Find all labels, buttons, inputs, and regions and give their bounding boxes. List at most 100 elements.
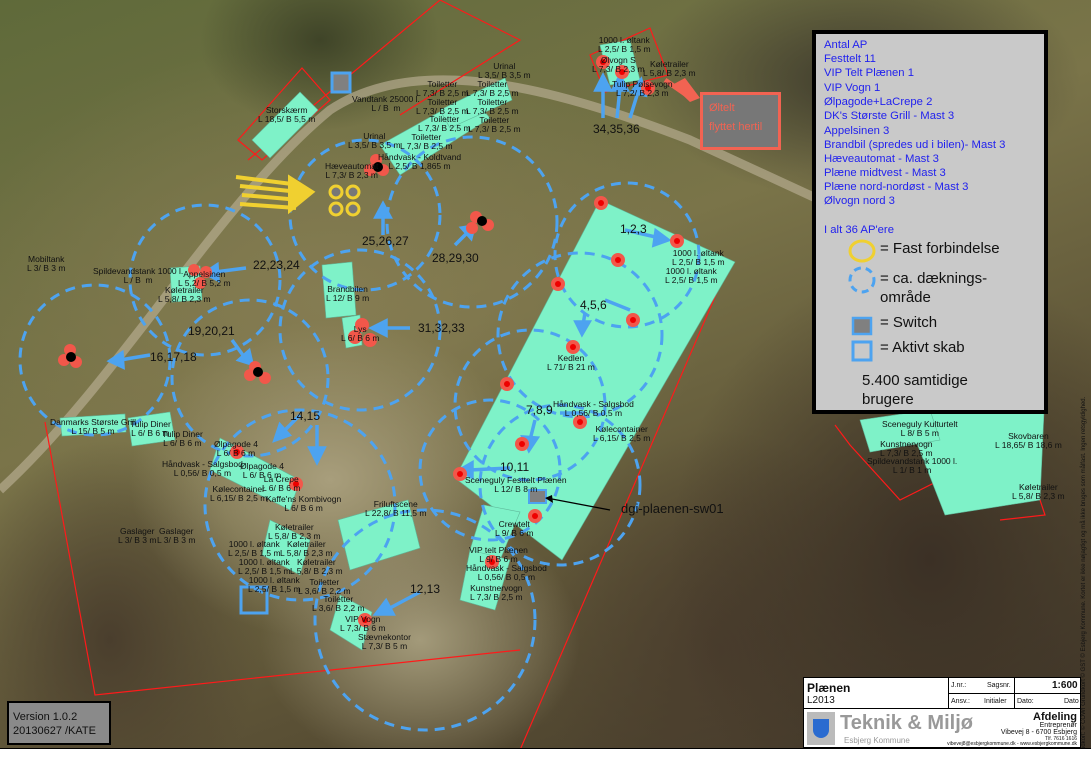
coverage-icon <box>848 266 876 294</box>
active-cabinet-icon <box>851 340 873 362</box>
map-label: Ølvogn S L 7,3/ B 2,3 m <box>592 55 645 74</box>
legend-cabinet: = Aktivt skab <box>880 339 965 356</box>
legend-users: 5.400 samtidige <box>862 372 968 389</box>
map-label: Køletrailer L 5,8/ B 2,3 m <box>643 59 696 78</box>
map-label: VIP Vogn L 7,3/ B 6 m <box>340 614 386 633</box>
moved-note: Øltelt flyttet hertil <box>700 92 781 150</box>
map-label: Håndvask - Salgsbod L 0,56/ B 0,5 m <box>162 459 243 478</box>
map-label: VIP telt Plænen L 9/ B 6 m <box>469 545 528 564</box>
map-label: Brandbilen L 12/ B 9 m <box>326 284 370 303</box>
map-label: Toiletter L 7,3/ B 2,5 m <box>418 114 471 133</box>
map-label: Stævnekontor L 7,3/ B 5 m <box>358 632 411 651</box>
legend-item: Plæne nord-nordøst - Mast 3 <box>824 181 969 193</box>
ap-group-label: 34,35,36 <box>593 122 640 136</box>
sagsnr: Sagsnr. <box>987 682 1011 689</box>
esbjerg-logo-icon <box>807 712 835 745</box>
map-label: Mobiltank L 3/ B 3 m <box>27 254 66 273</box>
legend-coverage: = ca. dæknings- <box>880 270 988 287</box>
version-number: Version 1.0.2 <box>13 711 78 723</box>
moved-note-line: flyttet hertil <box>709 121 763 133</box>
legend-item: DK's Største Grill - Mast 3 <box>824 110 955 122</box>
legend-item: Plæne midtvest - Mast 3 <box>824 167 946 179</box>
dato-label: Dato: <box>1017 698 1034 705</box>
map-label: Køletrailer L 5,8/ B 2,3 m <box>1012 482 1065 501</box>
legend-item: Ølvogn nord 3 <box>824 195 895 207</box>
legend-item: VIP Vogn 1 <box>824 82 881 94</box>
map-label: Toiletter L 7,3/ B 2,5 m <box>466 97 519 116</box>
version-box: Version 1.0.2 20130627 /KATE <box>7 701 111 745</box>
map-label: Vandtank 25000 l. L / B m <box>352 94 420 113</box>
map-label: Kunstnervogn L 7,3/ B 2,5 m <box>470 583 523 602</box>
map-label: 1000 l. øltank L 2,5/ B 1,5 m <box>665 266 718 285</box>
ap-group-label: 31,32,33 <box>418 321 465 335</box>
map-label: Crewtelt L 9/ B 6 m <box>495 519 534 538</box>
map-label: Kølecontainer L 6,15/ B 2,5 m <box>210 484 268 503</box>
map-label: Skovbaren L 18,65/ B 18,6 m <box>995 431 1062 450</box>
ap-group-label: 19,20,21 <box>188 324 235 338</box>
version-date: 20130627 /KATE <box>13 725 96 737</box>
ap-group-label: 12,13 <box>410 582 441 596</box>
fixed-connections <box>328 184 361 217</box>
legend-item: Appelsinen 3 <box>824 125 890 137</box>
map-label: Håndvask - Salgsbod L 0,56/ B 0,5 m <box>553 399 634 418</box>
scale: 1:600 <box>1052 680 1078 691</box>
map-label: 1000 l. øltank L 2,5/ B 1,5 m <box>598 35 651 54</box>
legend-fixed: = Fast forbindelse <box>880 240 1000 257</box>
map-label: Kaffe'ns Kombivogn L 6/ B 6 m <box>266 494 342 513</box>
legend-item: Brandbil (spredes ud i bilen)- Mast 3 <box>824 139 1006 151</box>
legend: Antal AP Festtelt 11 VIP Telt Plænen 1 V… <box>812 30 1048 414</box>
ap-group-label: 28,29,30 <box>432 251 479 265</box>
dato: Dato <box>1064 698 1079 705</box>
map-label: Kedlen L 71/ B 21 m <box>547 353 595 372</box>
legend-item: Festtelt 11 <box>824 53 876 65</box>
map-label: Storskærm L 18,5/ B 5,5 m <box>258 105 316 124</box>
map-label: Urinal L 3,5/ B 3,5 m <box>348 131 401 150</box>
legend-switch: = Switch <box>880 314 938 331</box>
copyright-note: Grundkort: © COWI Grundkort © GST © Esbj… <box>1081 396 1087 760</box>
map-label: Urinal L 3,5/ B 3,5 m <box>478 61 531 80</box>
contact: vibevej8@esbjergkommune.dk - www.esbjerg… <box>947 741 1077 747</box>
organisation-block: Teknik & Miljø Esbjerg Kommune Afdeling … <box>803 708 1081 748</box>
map-label: Håndvask - Koldtvand L 2,5/ B 1,865 m <box>378 152 462 171</box>
map-label: Tulip Diner L 6/ B 6 m <box>162 429 203 448</box>
map-code: L2013 <box>807 695 835 706</box>
map-label: Toiletter L 7,3/ B 2,5 m <box>416 79 469 98</box>
unit: Entreprenør <box>1039 722 1077 729</box>
legend-coverage: område <box>880 289 931 306</box>
legend-title: Antal AP <box>824 39 868 51</box>
switch-icon <box>330 71 352 94</box>
map-label: Sceneguly Festtelt Plænen L 12/ B 8 m <box>465 475 567 494</box>
map-label: Køletrailer L 5,8/ B 2,3 m <box>158 285 211 304</box>
ap-group-label: 10,11 <box>500 460 530 474</box>
fixed-connection-icon <box>848 239 876 263</box>
ap-group-label: 7,8,9 <box>526 403 553 417</box>
map-label: 1000 l. øltank L 2,5/ B 1,5 m <box>228 539 281 558</box>
map-label: Lys L 6/ B 6 m <box>341 324 380 343</box>
map-label: Toiletter L 7,3/ B 2,5 m <box>400 132 453 151</box>
map-label: Friluftscene L 22,8/ B 11,5 m <box>365 499 427 518</box>
legend-item: Ølpagode+LaCrepe 2 <box>824 96 933 108</box>
org-name: Teknik & Miljø <box>840 712 973 734</box>
legend-item: VIP Telt Plænen 1 <box>824 67 915 79</box>
ap-group-label: 22,23,24 <box>253 258 300 272</box>
jnr-label: J.nr.: <box>951 682 967 689</box>
switch-label: dgi-plaenen-sw01 <box>621 501 724 516</box>
switch-icon <box>851 316 873 336</box>
moved-note-line: Øltelt <box>709 102 735 114</box>
initialer: Initialer <box>984 698 1007 705</box>
municipality: Esbjerg Kommune <box>844 736 910 745</box>
ap-group-label: 14,15 <box>290 409 321 423</box>
map-label: La Crepe L 6/ B 6 m <box>262 474 301 493</box>
map-label: Kølecontainer L 6,15/ B 2,5 m <box>593 424 651 443</box>
map-label: 1000 l. øltank L 2,5/ B 1,5 m <box>238 557 291 576</box>
map-label: Ølpagode 4 L 6/ B 6 m <box>214 439 258 458</box>
map-label: Sceneguly Kulturtelt L 8/ B 5 m <box>882 419 958 438</box>
map-label: Toiletter L 7,3/ B 2,5 m <box>468 115 521 134</box>
map-label: 1000 l. øltank L 2,5/ B 1,5 m <box>672 248 725 267</box>
ap-group-label: 25,26,27 <box>362 234 409 248</box>
map-label: 1000 l. øltank L 2,5/ B 1,5 m <box>248 575 301 594</box>
ansv-label: Ansv.: <box>951 698 970 705</box>
ap-group-label: 16,17,18 <box>150 350 197 364</box>
map-label: Gaslager L 3/ B 3 m <box>118 526 157 545</box>
map-label: Toiletter L 7,3/ B 2,5 m <box>466 79 519 98</box>
